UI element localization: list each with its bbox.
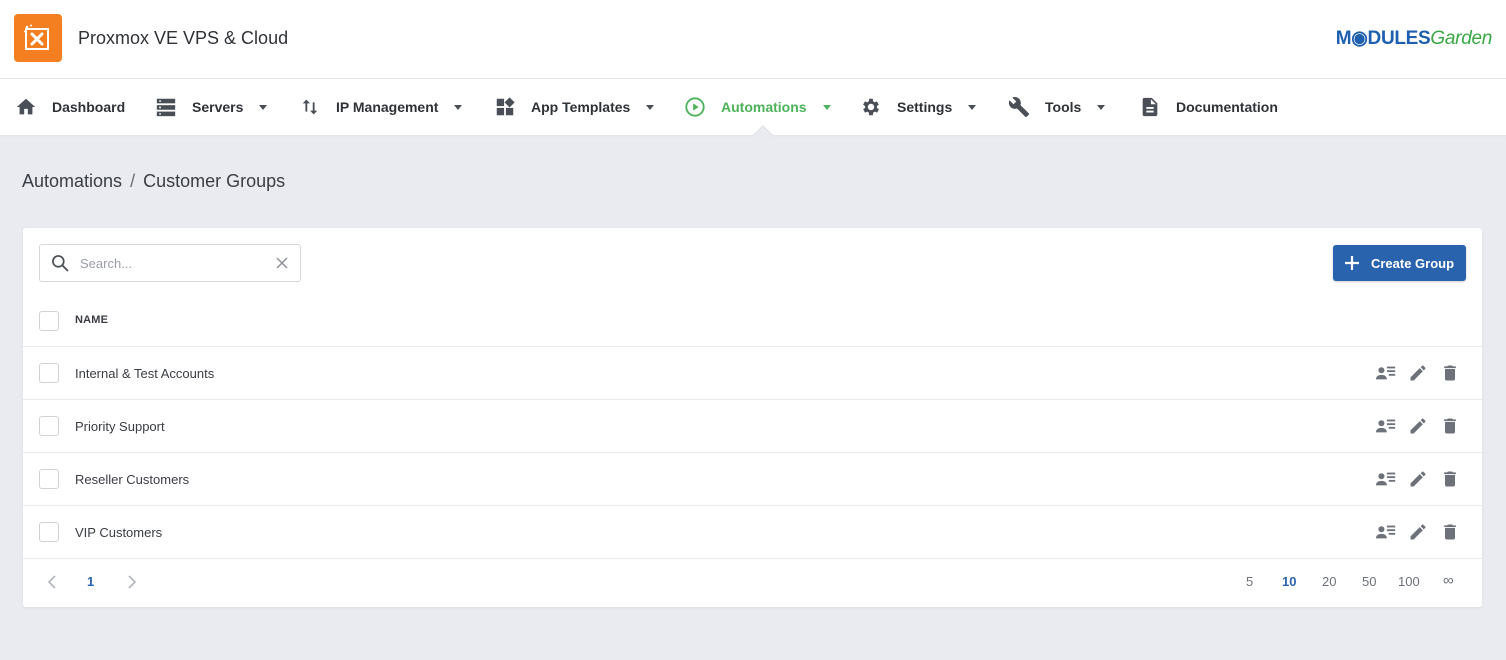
- page-size-10[interactable]: 10: [1282, 574, 1296, 589]
- nav-ip-management[interactable]: IP Management: [298, 79, 463, 135]
- nav-servers-label: Servers: [192, 99, 244, 115]
- home-icon: [14, 95, 38, 119]
- chevron-down-icon: [968, 104, 977, 110]
- app-title: Proxmox VE VPS & Cloud: [78, 28, 289, 48]
- row-checkbox[interactable]: [39, 469, 59, 489]
- document-icon: [1138, 95, 1162, 119]
- nav-documentation[interactable]: Documentation: [1138, 79, 1278, 135]
- table-row: Reseller Customers: [23, 453, 1482, 506]
- chevron-down-icon: [1097, 104, 1106, 110]
- delete-icon[interactable]: [1438, 414, 1462, 438]
- search-icon: [50, 253, 70, 273]
- chevron-down-icon: [646, 104, 655, 110]
- pagination: 1 5 10 20 50 100 ∞: [23, 559, 1482, 607]
- nav-dashboard[interactable]: Dashboard: [14, 79, 125, 135]
- nav-ip-management-label: IP Management: [336, 99, 439, 115]
- chevron-down-icon: [822, 104, 831, 110]
- manage-members-icon[interactable]: [1374, 467, 1398, 491]
- breadcrumb: Automations / Customer Groups: [22, 171, 285, 192]
- brand-logo-part2: Garden: [1430, 28, 1492, 49]
- table-header: NAME: [23, 294, 1482, 347]
- nav-settings-label: Settings: [897, 99, 953, 115]
- server-icon: [154, 95, 178, 119]
- table-row: VIP Customers: [23, 506, 1482, 559]
- play-circle-icon: [683, 95, 707, 119]
- brand-logo: M◉DULESGarden: [1335, 27, 1493, 50]
- group-name: VIP Customers: [75, 524, 163, 540]
- page-size-5[interactable]: 5: [1246, 574, 1253, 589]
- row-checkbox[interactable]: [39, 522, 59, 542]
- widgets-icon: [493, 95, 517, 119]
- page-size-100[interactable]: 100: [1398, 574, 1420, 589]
- prev-page-icon[interactable]: [45, 573, 59, 594]
- edit-icon[interactable]: [1406, 414, 1430, 438]
- row-actions: [1366, 467, 1462, 491]
- create-group-label: Create Group: [1370, 255, 1455, 271]
- chevron-down-icon: [454, 104, 463, 110]
- search-input[interactable]: [80, 255, 274, 271]
- row-checkbox[interactable]: [39, 363, 59, 383]
- plus-icon: [1344, 256, 1359, 270]
- nav-tools[interactable]: Tools: [1007, 79, 1106, 135]
- edit-icon[interactable]: [1406, 361, 1430, 385]
- nav-app-templates[interactable]: App Templates: [493, 79, 655, 135]
- app-logo[interactable]: [14, 14, 62, 62]
- nav-automations[interactable]: Automations: [683, 79, 831, 135]
- clear-search-icon[interactable]: [274, 255, 290, 271]
- brand-logo-part1: M◉DULES: [1335, 28, 1431, 49]
- select-all-checkbox[interactable]: [39, 311, 59, 331]
- manage-members-icon[interactable]: [1374, 414, 1398, 438]
- edit-icon[interactable]: [1406, 520, 1430, 544]
- page-title: Customer Groups: [143, 171, 286, 191]
- page-size-50[interactable]: 50: [1362, 574, 1376, 589]
- create-group-button[interactable]: Create Group: [1333, 245, 1466, 281]
- next-page-icon[interactable]: [125, 573, 139, 594]
- delete-icon[interactable]: [1438, 361, 1462, 385]
- breadcrumb-parent[interactable]: Automations: [22, 171, 122, 191]
- logo-icon: [24, 24, 49, 50]
- customer-groups-card: Create Group NAME Internal & Test Accoun…: [23, 228, 1482, 607]
- page-size-20[interactable]: 20: [1322, 574, 1336, 589]
- page-number-current[interactable]: 1: [87, 574, 94, 589]
- nav-dashboard-label: Dashboard: [52, 99, 126, 115]
- group-name: Internal & Test Accounts: [75, 365, 215, 381]
- wrench-icon: [1007, 95, 1031, 119]
- table-row: Priority Support: [23, 400, 1482, 453]
- nav-automations-label: Automations: [721, 99, 807, 115]
- column-header-name[interactable]: NAME: [75, 314, 108, 326]
- chevron-down-icon: [259, 104, 268, 110]
- row-actions: [1366, 361, 1462, 385]
- app-header: Proxmox VE VPS & Cloud M◉DULESGarden: [0, 0, 1506, 79]
- delete-icon[interactable]: [1438, 467, 1462, 491]
- manage-members-icon[interactable]: [1374, 520, 1398, 544]
- delete-icon[interactable]: [1438, 520, 1462, 544]
- nav-servers[interactable]: Servers: [154, 79, 268, 135]
- row-actions: [1366, 414, 1462, 438]
- nav-tools-label: Tools: [1045, 99, 1082, 115]
- row-actions: [1366, 520, 1462, 544]
- group-name: Priority Support: [75, 418, 165, 434]
- gear-icon: [859, 95, 883, 119]
- search-box: [39, 244, 301, 282]
- row-checkbox[interactable]: [39, 416, 59, 436]
- breadcrumb-separator: /: [130, 171, 136, 191]
- edit-icon[interactable]: [1406, 467, 1430, 491]
- nav-settings[interactable]: Settings: [859, 79, 977, 135]
- nav-app-templates-label: App Templates: [531, 99, 631, 115]
- page-size-all[interactable]: ∞: [1443, 572, 1454, 589]
- table-row: Internal & Test Accounts: [23, 347, 1482, 400]
- group-name: Reseller Customers: [75, 471, 190, 487]
- manage-members-icon[interactable]: [1374, 361, 1398, 385]
- sort-arrows-icon: [298, 95, 322, 119]
- nav-documentation-label: Documentation: [1176, 99, 1278, 115]
- main-nav: Dashboard Servers IP Management App Temp…: [0, 79, 1506, 135]
